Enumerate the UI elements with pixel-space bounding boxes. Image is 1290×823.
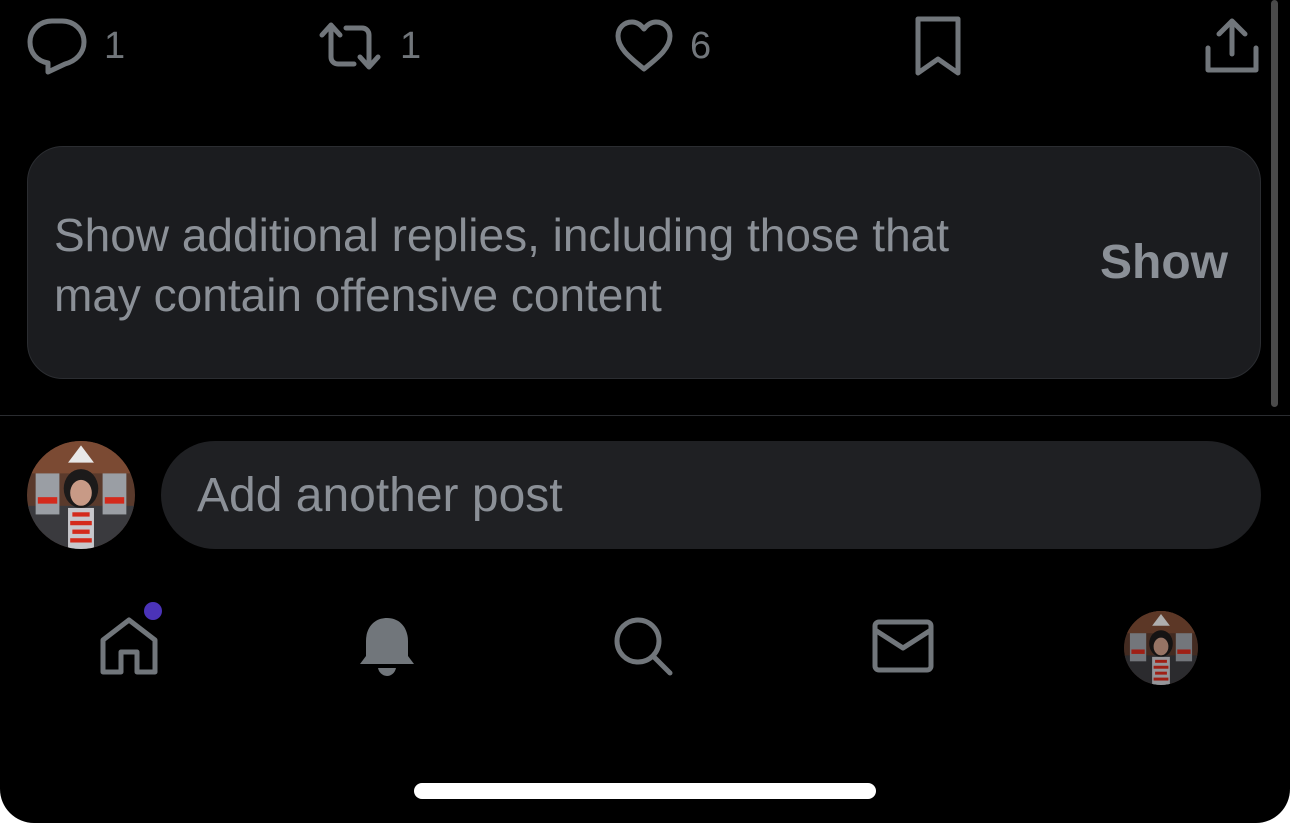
reply-count: 1 — [104, 25, 126, 67]
additional-replies-notice: Show additional replies, including those… — [27, 146, 1261, 379]
bookmark-button[interactable] — [910, 14, 966, 78]
reply-icon — [26, 17, 88, 75]
like-count: 6 — [690, 25, 712, 67]
divider — [0, 415, 1290, 416]
tab-search[interactable] — [598, 606, 688, 690]
post-detail-screen: 1 1 6 Show additional replies, including… — [0, 0, 1290, 823]
like-button[interactable]: 6 — [614, 14, 711, 78]
tab-profile[interactable] — [1116, 606, 1206, 690]
avatar[interactable] — [27, 441, 135, 549]
home-indicator[interactable] — [414, 783, 876, 799]
share-icon — [1202, 16, 1262, 76]
scrollbar[interactable] — [1271, 0, 1278, 407]
tab-messages[interactable] — [858, 606, 948, 690]
show-replies-button[interactable]: Show — [1100, 235, 1228, 291]
search-icon — [612, 615, 674, 682]
repost-count: 1 — [400, 25, 422, 67]
reply-button[interactable]: 1 — [26, 14, 125, 78]
heart-icon — [614, 19, 674, 73]
post-action-bar: 1 1 6 — [0, 0, 1290, 95]
avatar — [1124, 611, 1198, 685]
share-button[interactable] — [1202, 14, 1262, 78]
bell-icon — [357, 614, 417, 683]
home-icon — [97, 614, 161, 683]
envelope-icon — [871, 618, 935, 679]
repost-icon — [316, 19, 384, 73]
bookmark-icon — [910, 15, 966, 77]
notification-dot — [144, 602, 162, 620]
notice-message: Show additional replies, including those… — [54, 209, 950, 321]
add-post-input[interactable] — [161, 441, 1261, 549]
tab-notifications[interactable] — [342, 606, 432, 690]
tab-home[interactable] — [84, 606, 174, 690]
repost-button[interactable]: 1 — [316, 14, 421, 78]
